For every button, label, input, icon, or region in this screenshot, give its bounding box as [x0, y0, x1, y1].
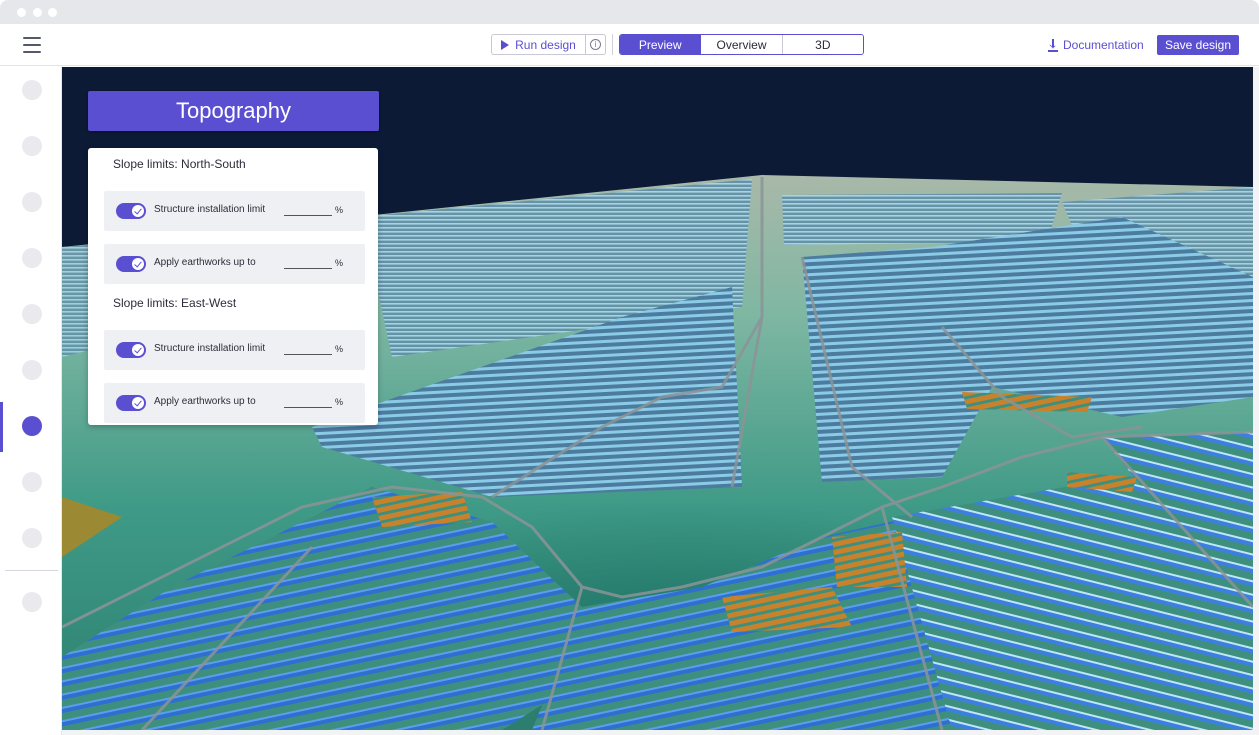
- ns-earthworks-toggle[interactable]: [116, 256, 146, 272]
- view-mode-tabs: Preview Overview 3D: [619, 34, 864, 55]
- ew-earthworks-label: Apply earthworks up to: [154, 396, 256, 407]
- viewport-right-border: [1253, 67, 1259, 735]
- ns-structure-limit-unit: %: [335, 205, 344, 215]
- tab-preview[interactable]: Preview: [620, 35, 702, 54]
- ns-earthworks-input[interactable]: [284, 268, 332, 269]
- viewport-bottom-border: [62, 730, 1253, 735]
- top-toolbar: Run design i Preview Overview 3D Documen…: [0, 24, 1259, 66]
- documentation-label: Documentation: [1063, 38, 1144, 52]
- ew-earthworks-unit: %: [335, 397, 344, 407]
- ew-structure-limit-label: Structure installation limit: [154, 343, 266, 354]
- sidebar-separator: [5, 570, 58, 571]
- info-icon: i: [590, 39, 601, 50]
- panel-title: Topography: [88, 91, 379, 131]
- sidebar-step-7[interactable]: [22, 416, 42, 436]
- run-design-button[interactable]: Run design: [491, 34, 585, 55]
- ew-earthworks-input[interactable]: [284, 407, 332, 408]
- ew-earthworks-row: Apply earthworks up to %: [104, 383, 365, 423]
- sidebar-step-3[interactable]: [22, 192, 42, 212]
- sidebar-step-1[interactable]: [22, 80, 42, 100]
- documentation-link[interactable]: Documentation: [1048, 38, 1144, 52]
- run-design-label: Run design: [515, 37, 576, 52]
- hamburger-menu-icon[interactable]: [23, 37, 41, 53]
- ns-earthworks-label: Apply earthworks up to: [154, 257, 256, 268]
- ew-structure-limit-row: Structure installation limit %: [104, 330, 365, 370]
- sidebar-step-4[interactable]: [22, 248, 42, 268]
- ns-earthworks-row: Apply earthworks up to %: [104, 244, 365, 284]
- step-sidebar: [0, 67, 62, 735]
- ns-structure-limit-input[interactable]: [284, 215, 332, 216]
- section-title-east-west: Slope limits: East-West: [113, 296, 237, 310]
- tab-3d[interactable]: 3D: [782, 35, 863, 54]
- ns-structure-limit-label: Structure installation limit: [154, 204, 266, 215]
- toolbar-divider: [612, 34, 613, 55]
- play-icon: [501, 39, 510, 50]
- ew-earthworks-toggle[interactable]: [116, 395, 146, 411]
- ew-structure-limit-toggle[interactable]: [116, 342, 146, 358]
- check-icon: [132, 205, 144, 217]
- sidebar-step-6[interactable]: [22, 360, 42, 380]
- tab-overview[interactable]: Overview: [701, 35, 783, 54]
- ew-structure-limit-input[interactable]: [284, 354, 332, 355]
- ns-structure-limit-toggle[interactable]: [116, 203, 146, 219]
- sidebar-step-2[interactable]: [22, 136, 42, 156]
- sidebar-step-5[interactable]: [22, 304, 42, 324]
- window-maximize-dot[interactable]: [48, 8, 57, 17]
- sidebar-step-10[interactable]: [22, 592, 42, 612]
- window-close-dot[interactable]: [17, 8, 26, 17]
- run-info-button[interactable]: i: [585, 34, 606, 55]
- sidebar-step-9[interactable]: [22, 528, 42, 548]
- save-design-button[interactable]: Save design: [1157, 35, 1239, 55]
- ns-earthworks-unit: %: [335, 258, 344, 268]
- check-icon: [132, 397, 144, 409]
- section-title-north-south: Slope limits: North-South: [113, 157, 246, 171]
- check-icon: [132, 258, 144, 270]
- download-icon: [1048, 39, 1058, 52]
- ew-structure-limit-unit: %: [335, 344, 344, 354]
- window-title-bar: [0, 0, 1259, 24]
- check-icon: [132, 344, 144, 356]
- window-minimize-dot[interactable]: [33, 8, 42, 17]
- sidebar-step-8[interactable]: [22, 472, 42, 492]
- ns-structure-limit-row: Structure installation limit %: [104, 191, 365, 231]
- topography-settings-panel: Slope limits: North-South Structure inst…: [88, 148, 378, 425]
- sidebar-active-indicator: [0, 402, 3, 452]
